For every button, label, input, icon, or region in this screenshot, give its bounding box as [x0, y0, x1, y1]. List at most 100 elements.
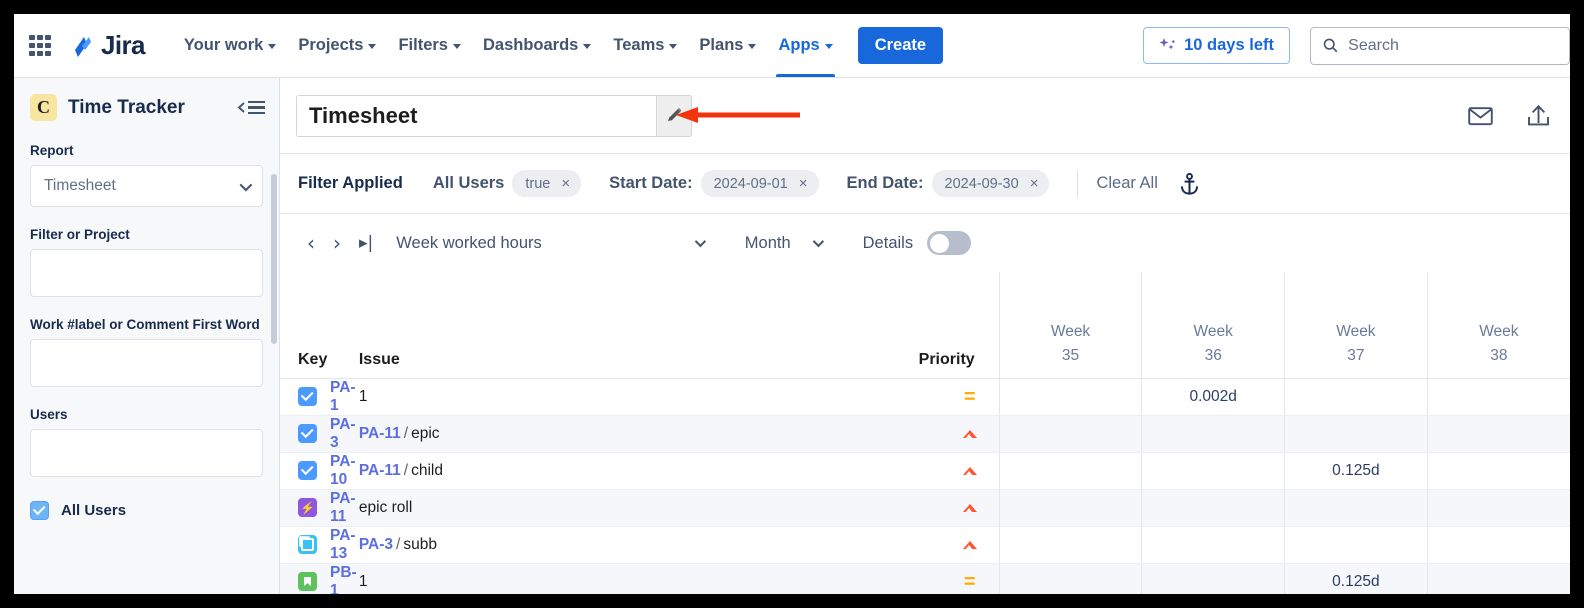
- cell-week-38[interactable]: [1427, 452, 1570, 489]
- issue-key-link[interactable]: PA-10: [330, 453, 359, 489]
- cell-week-38[interactable]: [1427, 415, 1570, 452]
- filter-chip-pill[interactable]: 2024-09-30 ×: [932, 170, 1050, 197]
- filter-chip-pill[interactable]: 2024-09-01 ×: [701, 170, 819, 197]
- all-users-checkbox-row[interactable]: All Users: [14, 501, 279, 520]
- filter-project-label: Filter or Project: [30, 227, 263, 242]
- column-header-week-36[interactable]: Week 36: [1142, 272, 1285, 378]
- anchor-icon[interactable]: [1180, 173, 1199, 195]
- issue-summary: epic roll: [359, 499, 412, 516]
- column-header-week-37[interactable]: Week 37: [1285, 272, 1428, 378]
- cell-week-37[interactable]: [1285, 378, 1428, 415]
- close-icon[interactable]: ×: [1030, 175, 1039, 192]
- nav-item-projects[interactable]: Projects: [287, 14, 387, 77]
- table-row[interactable]: PA-13PA-3/subb: [280, 526, 1570, 563]
- chevron-down-icon: [368, 44, 376, 49]
- nav-item-teams[interactable]: Teams: [602, 14, 688, 77]
- nav-item-dashboards[interactable]: Dashboards: [472, 14, 602, 77]
- nav-item-your-work[interactable]: Your work: [173, 14, 287, 77]
- upload-export-icon: [1527, 104, 1550, 127]
- all-users-checkbox[interactable]: [30, 501, 49, 520]
- issue-key-link[interactable]: PB-1: [330, 564, 359, 595]
- report-title-group: [296, 95, 692, 137]
- users-input[interactable]: [30, 429, 263, 477]
- cell-week-37[interactable]: [1285, 526, 1428, 563]
- cell-week-38[interactable]: [1427, 489, 1570, 526]
- issue-key-link[interactable]: PA-3: [330, 416, 359, 452]
- create-button[interactable]: Create: [858, 27, 943, 64]
- column-header-issue[interactable]: Issue: [359, 272, 800, 378]
- collapse-panel-icon[interactable]: [237, 101, 265, 115]
- anchor-glyph: [1180, 173, 1199, 195]
- cell-week-37[interactable]: 0.125d: [1285, 452, 1428, 489]
- cell-week-35[interactable]: [999, 452, 1142, 489]
- cell-week-37[interactable]: [1285, 415, 1428, 452]
- cell-week-35[interactable]: [999, 378, 1142, 415]
- next-period-button[interactable]: ›: [324, 233, 350, 253]
- edit-title-button[interactable]: [656, 95, 692, 137]
- chevron-down-icon: [268, 44, 276, 49]
- cell-week-35[interactable]: [999, 563, 1142, 594]
- app-switcher-grid-icon[interactable]: [29, 35, 51, 57]
- report-title-input[interactable]: [296, 95, 656, 137]
- table-row[interactable]: PA-3PA-11/epic: [280, 415, 1570, 452]
- prev-period-button[interactable]: ‹: [298, 233, 324, 253]
- cell-week-36[interactable]: [1142, 563, 1285, 594]
- issue-key-link[interactable]: PA-11: [330, 490, 359, 526]
- period-select[interactable]: Month: [745, 234, 821, 253]
- cell-week-38[interactable]: [1427, 378, 1570, 415]
- clear-all-button[interactable]: Clear All: [1096, 174, 1157, 193]
- cell-week-35[interactable]: [999, 489, 1142, 526]
- cell-week-38[interactable]: [1427, 526, 1570, 563]
- global-search-box[interactable]: [1310, 27, 1570, 65]
- key-cell-inner: PB-1: [298, 564, 359, 595]
- cell-week-36[interactable]: 0.002d: [1142, 378, 1285, 415]
- cell-week-36[interactable]: [1142, 452, 1285, 489]
- table-row[interactable]: PB-11=0.125d: [280, 563, 1570, 594]
- cell-week-37[interactable]: [1285, 489, 1428, 526]
- email-report-button[interactable]: [1468, 106, 1493, 126]
- cell-week-37[interactable]: 0.125d: [1285, 563, 1428, 594]
- parent-issue-link[interactable]: PA-11: [359, 425, 401, 442]
- envelope-icon: [1468, 106, 1493, 126]
- cell-week-36[interactable]: [1142, 526, 1285, 563]
- table-row[interactable]: PA-10PA-11/child0.125d: [280, 452, 1570, 489]
- cell-week-38[interactable]: [1427, 563, 1570, 594]
- skip-to-end-button[interactable]: ▸|: [350, 235, 382, 252]
- app-body: C Time Tracker Report Timesheet Filter o…: [14, 78, 1570, 594]
- table-row[interactable]: ⚡PA-11epic roll: [280, 489, 1570, 526]
- chevron-left-icon: [237, 101, 246, 114]
- report-select[interactable]: Timesheet: [30, 165, 263, 207]
- parent-issue-link[interactable]: PA-3: [359, 536, 393, 553]
- work-label-input[interactable]: [30, 339, 263, 387]
- close-icon[interactable]: ×: [799, 175, 808, 192]
- nav-item-apps[interactable]: Apps: [767, 14, 843, 77]
- search-input[interactable]: [1348, 37, 1557, 55]
- sidebar-scrollbar[interactable]: [271, 174, 277, 344]
- cell-week-36[interactable]: [1142, 489, 1285, 526]
- column-header-week-38[interactable]: Week 38: [1427, 272, 1570, 378]
- cell-week-35[interactable]: [999, 526, 1142, 563]
- filter-chip-pill[interactable]: true ×: [512, 170, 581, 197]
- parent-issue-link[interactable]: PA-11: [359, 462, 401, 479]
- issue-key-link[interactable]: PA-1: [330, 379, 359, 415]
- column-header-week-35[interactable]: Week 35: [999, 272, 1142, 378]
- column-header-key[interactable]: Key: [280, 272, 359, 378]
- group-by-select[interactable]: Week worked hours: [396, 234, 703, 253]
- close-icon[interactable]: ×: [561, 175, 570, 192]
- report-field: Report Timesheet: [14, 143, 279, 207]
- issue-key-link[interactable]: PA-13: [330, 527, 359, 563]
- path-separator: /: [404, 425, 408, 442]
- export-report-button[interactable]: [1527, 104, 1550, 127]
- trial-days-left-button[interactable]: 10 days left: [1143, 27, 1290, 64]
- cell-week-36[interactable]: [1142, 415, 1285, 452]
- nav-item-filters[interactable]: Filters: [387, 14, 472, 77]
- table-row[interactable]: PA-11=0.002d: [280, 378, 1570, 415]
- nav-item-plans[interactable]: Plans: [688, 14, 767, 77]
- column-header-priority[interactable]: Priority: [800, 272, 999, 378]
- filter-project-input[interactable]: [30, 249, 263, 297]
- jira-logo[interactable]: Jira: [69, 30, 145, 61]
- cell-week-35[interactable]: [999, 415, 1142, 452]
- menu-bars-icon: [248, 101, 265, 115]
- details-toggle[interactable]: [927, 231, 971, 255]
- details-label: Details: [863, 234, 913, 253]
